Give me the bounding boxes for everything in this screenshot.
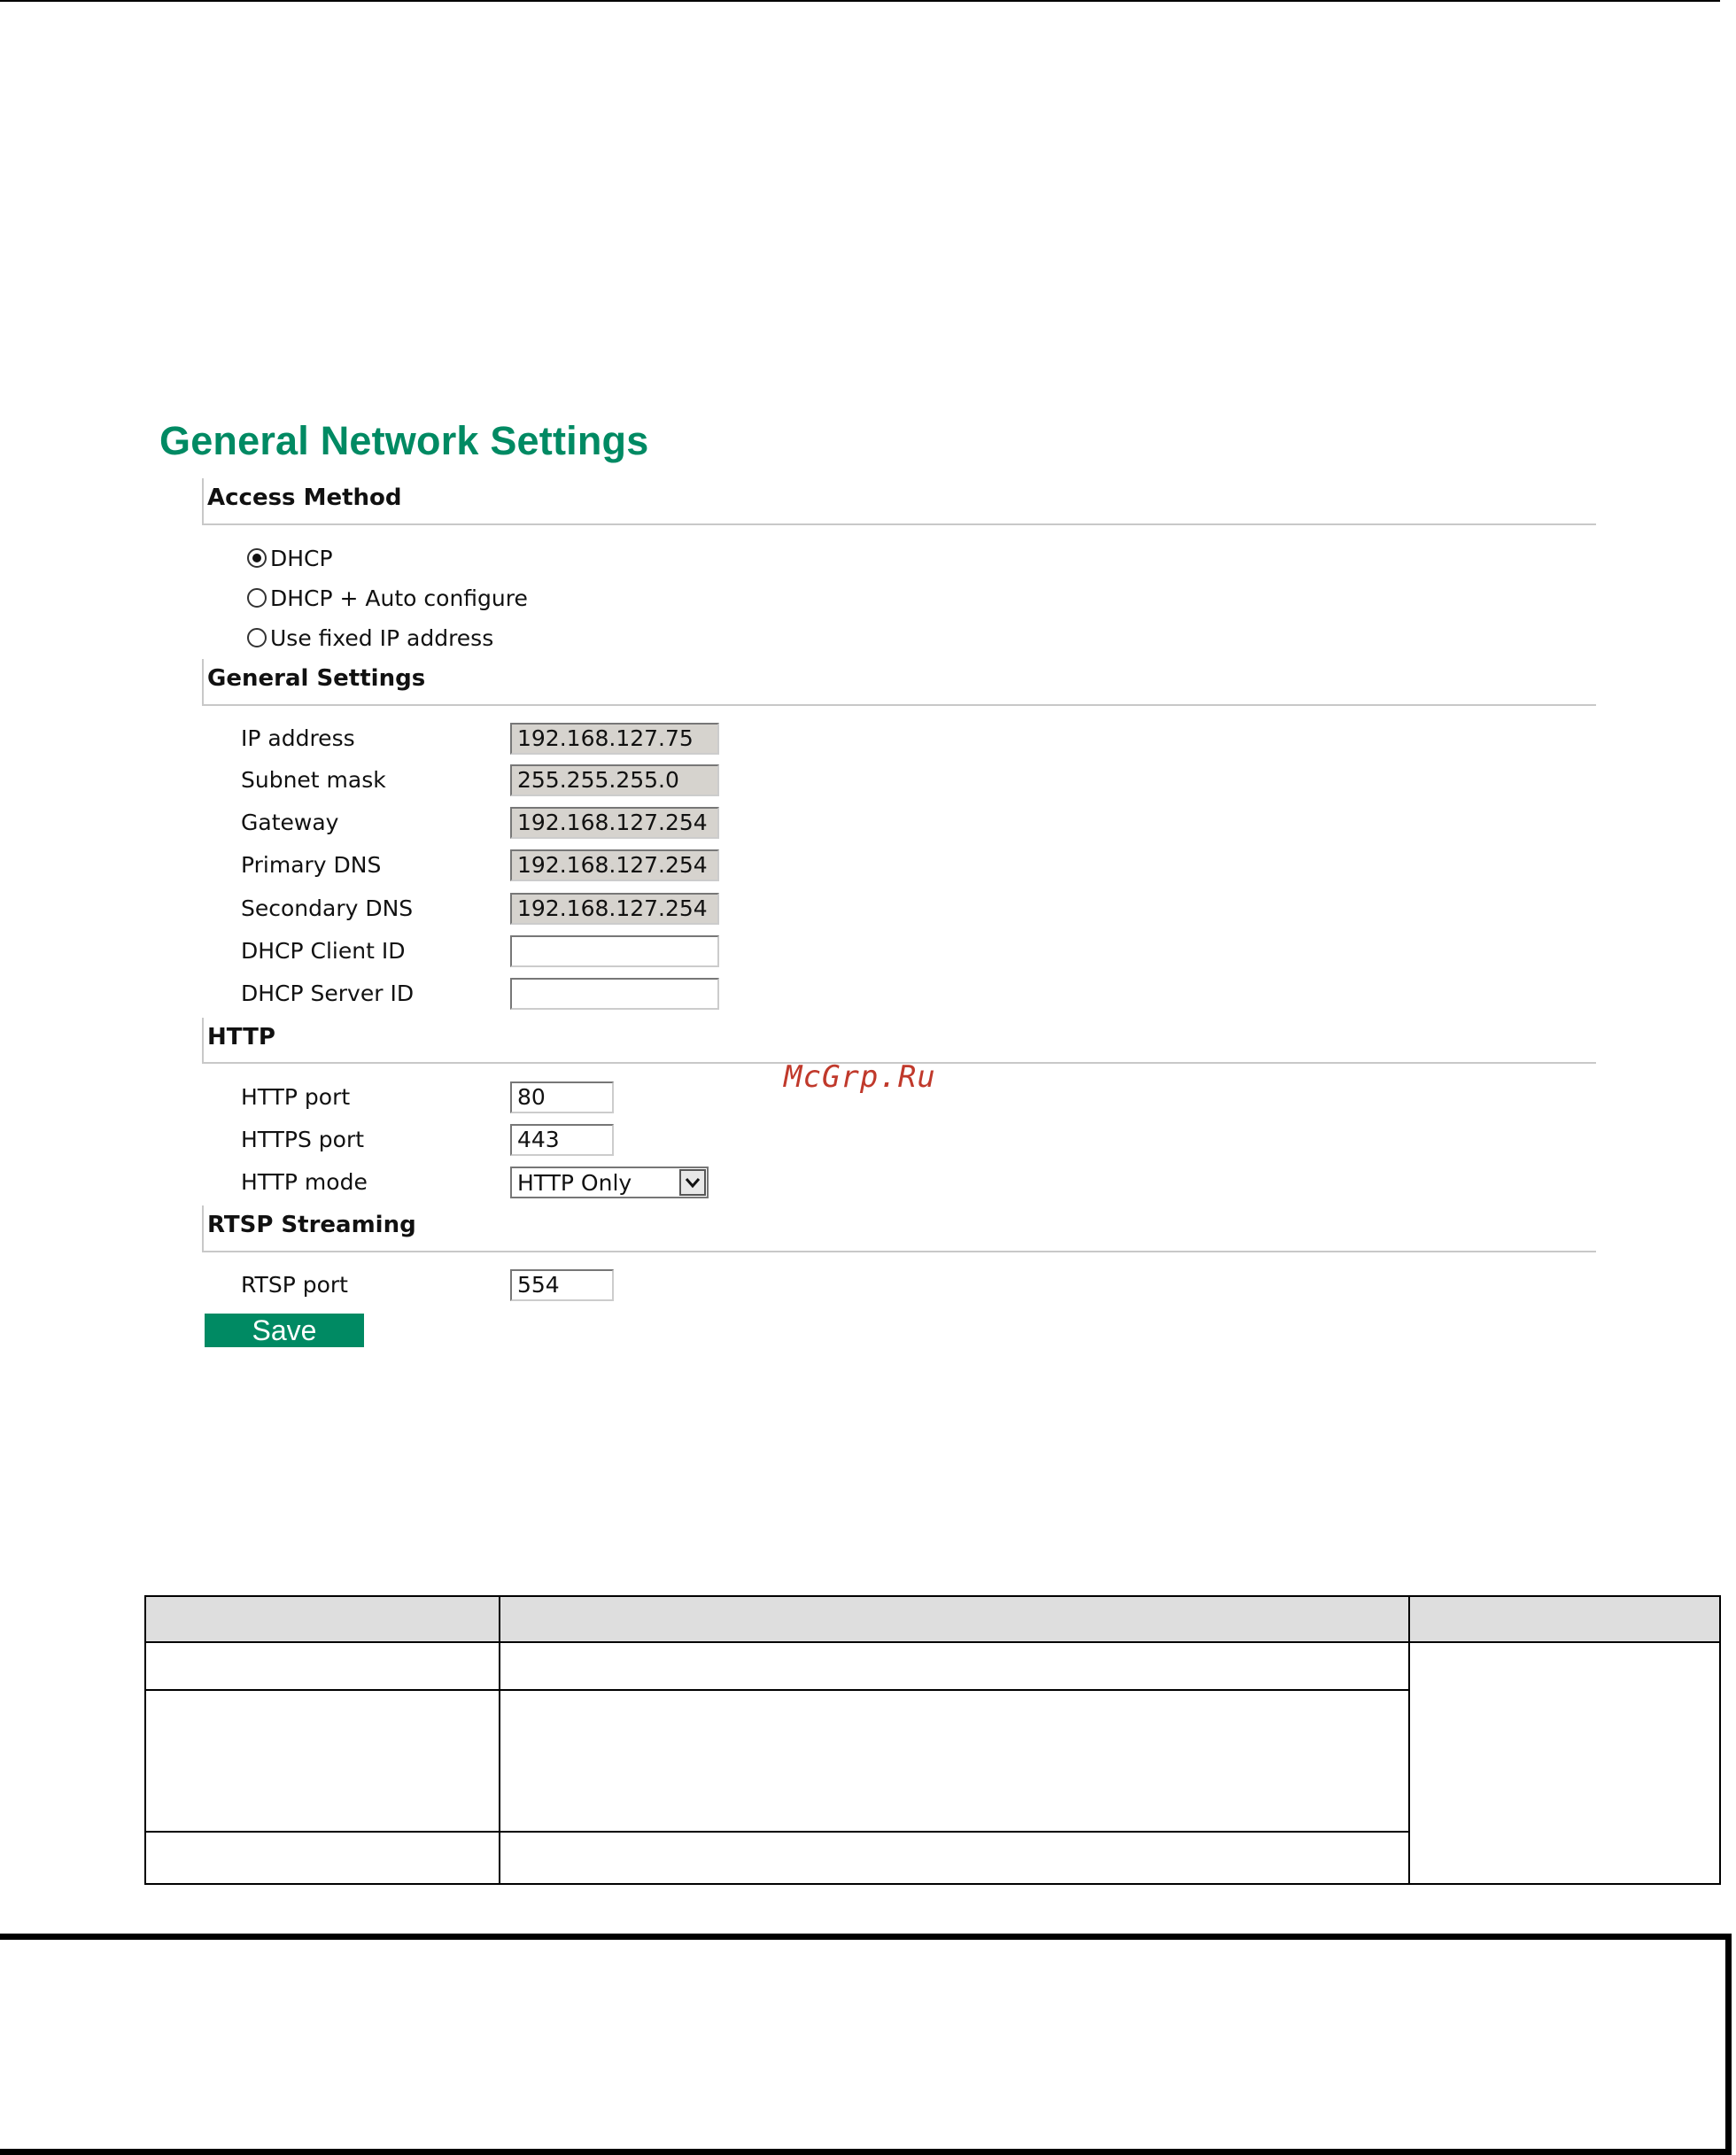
radio-label: DHCP: [270, 545, 333, 571]
section-divider: [202, 704, 1596, 706]
radio-button[interactable]: [247, 588, 267, 608]
section-title-rtsp-streaming: RTSP Streaming: [207, 1212, 416, 1238]
dhcp-server-id-field[interactable]: [510, 978, 719, 1010]
section-divider: [202, 523, 1596, 525]
secondary-dns-field[interactable]: 192.168.127.254: [510, 893, 719, 925]
section-title-access-method: Access Method: [207, 484, 402, 511]
table-column-divider: [499, 1597, 500, 1883]
label-https-port: HTTPS port: [241, 1127, 365, 1152]
table-column-divider: [1408, 1597, 1410, 1883]
radio-button[interactable]: [247, 628, 267, 647]
section-divider: [202, 1251, 1596, 1252]
radio-button[interactable]: [247, 548, 267, 568]
radio-dhcp[interactable]: DHCP: [247, 544, 333, 572]
section-left-border: [202, 659, 204, 705]
parameter-table: [144, 1595, 1721, 1885]
radio-label: Use fixed IP address: [270, 624, 494, 651]
gateway-field[interactable]: 192.168.127.254: [510, 807, 719, 839]
bottom-frame: [0, 1934, 1732, 2155]
label-dhcp-client-id: DHCP Client ID: [241, 938, 406, 964]
rtsp-port-field[interactable]: 554: [510, 1269, 614, 1301]
label-rtsp-port: RTSP port: [241, 1272, 348, 1298]
http-mode-select[interactable]: HTTP Only: [510, 1167, 709, 1198]
http-mode-value: HTTP Only: [517, 1169, 632, 1196]
table-row-divider: [146, 1689, 1410, 1691]
save-button[interactable]: Save: [205, 1314, 364, 1347]
label-http-mode: HTTP mode: [241, 1169, 368, 1195]
section-left-border: [202, 1018, 204, 1064]
label-ip-address: IP address: [241, 725, 355, 751]
label-http-port: HTTP port: [241, 1084, 351, 1110]
table-row-divider: [146, 1831, 1410, 1833]
radio-dhcp-auto-configure[interactable]: DHCP + Auto configure: [247, 584, 528, 612]
table-header-row: [146, 1597, 1719, 1643]
page-title: General Network Settings: [159, 418, 649, 463]
ip-address-field[interactable]: 192.168.127.75: [510, 723, 719, 755]
label-dhcp-server-id: DHCP Server ID: [241, 981, 415, 1006]
radio-label: DHCP + Auto configure: [270, 585, 528, 611]
label-gateway: Gateway: [241, 810, 339, 835]
label-primary-dns: Primary DNS: [241, 852, 382, 878]
label-secondary-dns: Secondary DNS: [241, 895, 414, 921]
section-left-border: [202, 1205, 204, 1252]
http-port-field[interactable]: 80: [510, 1081, 614, 1113]
subnet-mask-field[interactable]: 255.255.255.0: [510, 764, 719, 796]
top-rule: [0, 0, 1720, 2]
dhcp-client-id-field[interactable]: [510, 935, 719, 967]
label-subnet-mask: Subnet mask: [241, 767, 386, 793]
watermark: McGrp.Ru: [784, 1059, 936, 1095]
primary-dns-field[interactable]: 192.168.127.254: [510, 849, 719, 881]
https-port-field[interactable]: 443: [510, 1124, 614, 1156]
section-title-http: HTTP: [207, 1024, 275, 1050]
section-title-general-settings: General Settings: [207, 665, 426, 692]
chevron-down-icon[interactable]: [679, 1169, 706, 1196]
section-left-border: [202, 478, 204, 524]
radio-use-fixed-ip[interactable]: Use fixed IP address: [247, 624, 493, 652]
